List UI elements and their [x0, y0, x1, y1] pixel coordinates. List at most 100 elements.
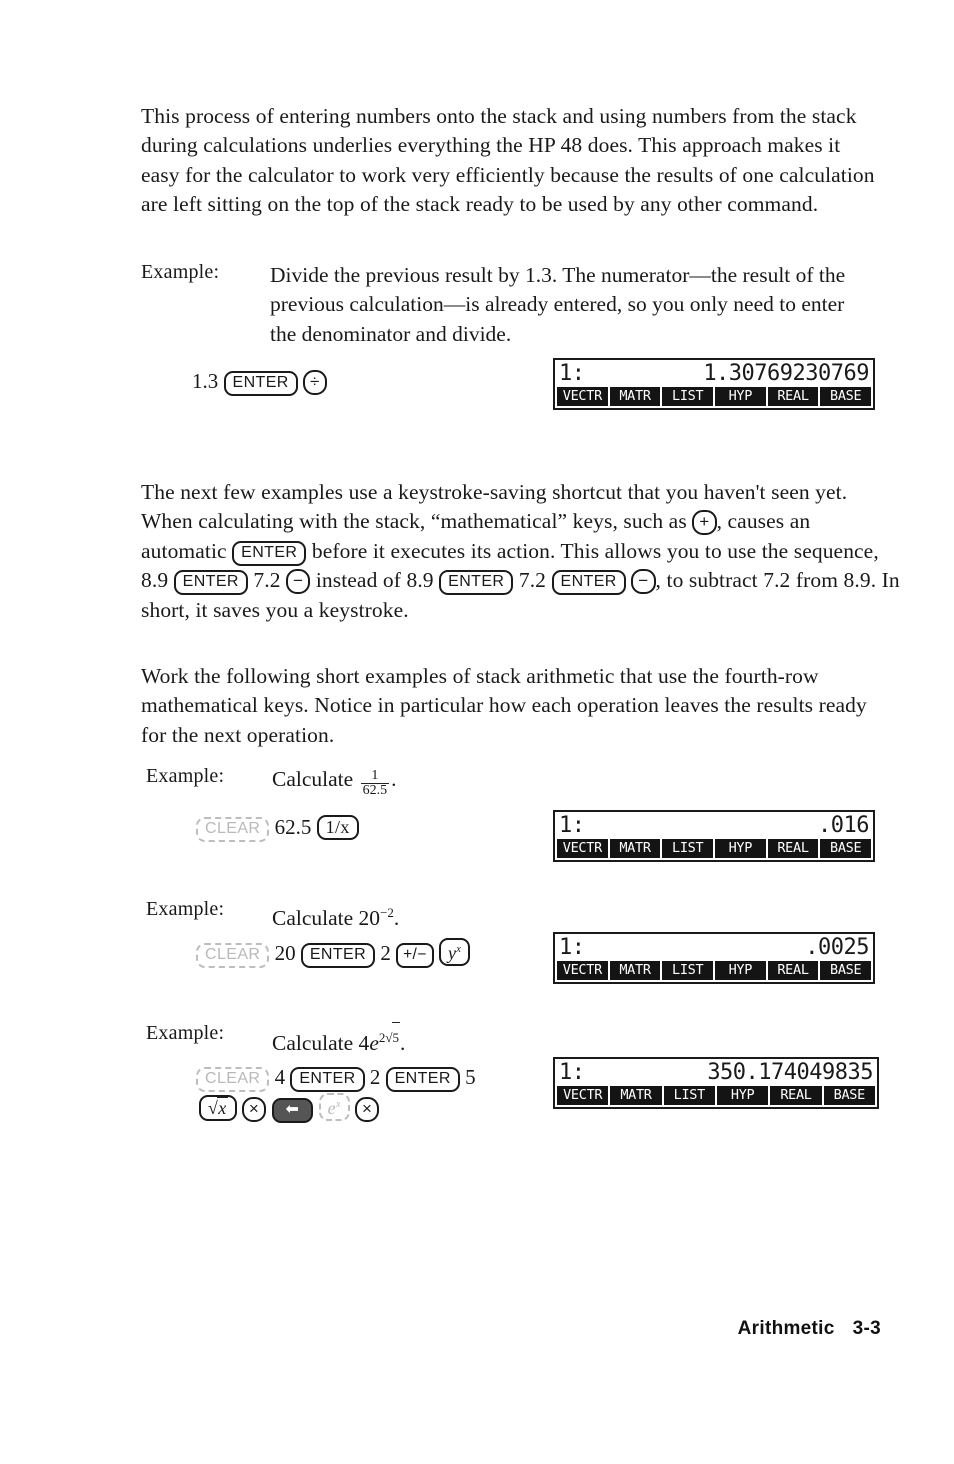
key-minus-inline-2[interactable]: −: [631, 569, 656, 595]
stack-level-label: 1:: [559, 361, 585, 386]
stack-value: .016: [818, 813, 869, 838]
calculator-display-1: 1: 1.30769230769 VECTR MATR LIST HYP REA…: [553, 358, 875, 410]
calculate-expression: Calculate 4: [272, 1031, 370, 1056]
calculator-display-4: 1: 350.174049835 VECTR MATR LIST HYP REA…: [553, 1057, 879, 1109]
keystroke-value: 1.3: [192, 369, 219, 393]
key-enter-inline-3[interactable]: ENTER: [439, 570, 514, 596]
key-enter-inline-4[interactable]: ENTER: [551, 570, 626, 596]
softkey-matr[interactable]: MATR: [609, 839, 661, 858]
fraction-one-over-62-5: 1 62.5: [360, 768, 390, 798]
softkey-real[interactable]: REAL: [770, 1086, 822, 1105]
key-enter-inline-1[interactable]: ENTER: [232, 540, 307, 566]
example-2-text: Calculate 1 62.5 .: [272, 765, 396, 798]
softkey-base[interactable]: BASE: [820, 387, 872, 406]
paragraph-intro: This process of entering numbers onto th…: [141, 104, 875, 217]
example-4-label: Example:: [146, 1022, 225, 1044]
stack-line: 1: 350.174049835: [555, 1059, 877, 1086]
stack-line: 1: 1.30769230769: [555, 360, 873, 387]
text-run-f: 7.2: [513, 568, 552, 593]
document-page: This process of entering numbers onto th…: [0, 0, 954, 1464]
softkey-real[interactable]: REAL: [767, 839, 819, 858]
key-multiply-1[interactable]: ×: [241, 1097, 267, 1122]
softkey-matr[interactable]: MATR: [609, 387, 661, 406]
softkey-menu: VECTR MATR LIST HYP REAL BASE: [555, 961, 873, 982]
text-run-d: 7.2: [247, 568, 287, 593]
key-multiply-2[interactable]: ×: [355, 1097, 380, 1122]
softkey-list[interactable]: LIST: [662, 961, 714, 980]
key-exp[interactable]: ex: [318, 1093, 350, 1121]
keystroke-value: 20: [274, 941, 296, 965]
footer-page-number: 3-3: [852, 1318, 881, 1339]
softkey-menu: VECTR MATR LIST HYP REAL BASE: [555, 387, 873, 408]
example-1-text: Divide the previous result by 1.3. The n…: [270, 263, 846, 346]
softkey-base[interactable]: BASE: [823, 1086, 875, 1105]
softkey-hyp[interactable]: HYP: [715, 387, 766, 406]
softkey-hyp[interactable]: HYP: [715, 839, 766, 858]
calculator-display-3: 1: .0025 VECTR MATR LIST HYP REAL BASE: [553, 932, 875, 984]
softkey-menu: VECTR MATR LIST HYP REAL BASE: [555, 1086, 877, 1107]
key-power[interactable]: yx: [438, 938, 471, 966]
fraction-numerator: 1: [371, 768, 379, 783]
stack-line: 1: .016: [555, 812, 873, 839]
softkey-real[interactable]: REAL: [767, 387, 819, 406]
softkey-list[interactable]: LIST: [662, 387, 714, 406]
softkey-real[interactable]: REAL: [767, 961, 819, 980]
key-enter[interactable]: ENTER: [300, 943, 376, 968]
softkey-hyp[interactable]: HYP: [715, 961, 766, 980]
key-clear[interactable]: CLEAR: [196, 943, 270, 968]
softkey-matr[interactable]: MATR: [609, 961, 661, 980]
paragraph-shortcut: The next few examples use a keystroke-sa…: [141, 478, 901, 625]
key-enter-1[interactable]: ENTER: [290, 1067, 365, 1092]
key-clear[interactable]: CLEAR: [196, 1067, 270, 1092]
example-2-label: Example:: [146, 765, 225, 787]
example-3-label: Example:: [146, 898, 225, 920]
softkey-vectr[interactable]: VECTR: [557, 839, 608, 858]
period: .: [393, 906, 400, 931]
example-1-keystrokes: 1.3 ENTER ÷: [192, 366, 327, 396]
softkey-base[interactable]: BASE: [820, 961, 872, 980]
stack-value: 1.30769230769: [703, 361, 869, 386]
calculator-display-2: 1: .016 VECTR MATR LIST HYP REAL BASE: [553, 810, 875, 862]
key-enter-inline-2[interactable]: ENTER: [173, 570, 248, 596]
example-3-text: Calculate 20−2.: [272, 898, 399, 934]
keystroke-value-3: 5: [465, 1065, 476, 1089]
base-e: e: [369, 1031, 379, 1056]
left-arrow-icon: ⬅: [285, 1101, 300, 1118]
softkey-base[interactable]: BASE: [820, 839, 872, 858]
exponent: −2: [380, 905, 394, 920]
example-3-keystrokes: CLEAR 20 ENTER 2 +/− yx: [196, 938, 471, 968]
softkey-vectr[interactable]: VECTR: [557, 961, 608, 980]
key-clear[interactable]: CLEAR: [196, 817, 270, 842]
example-4-keystrokes-row1: CLEAR 4 ENTER 2 ENTER 5: [196, 1062, 476, 1092]
keystroke-value-2: 2: [380, 941, 391, 965]
left-shift-key[interactable]: ⬅: [271, 1098, 314, 1123]
softkey-hyp[interactable]: HYP: [716, 1086, 769, 1105]
key-inverse[interactable]: 1/x: [316, 815, 359, 840]
softkey-menu: VECTR MATR LIST HYP REAL BASE: [555, 839, 873, 860]
key-divide[interactable]: ÷: [302, 370, 327, 395]
period: .: [400, 1031, 406, 1056]
softkey-list[interactable]: LIST: [662, 839, 714, 858]
key-plus-minus[interactable]: +/−: [396, 943, 434, 968]
key-sqrt-var: x: [217, 1097, 228, 1118]
key-minus-inline-1[interactable]: −: [286, 569, 311, 595]
keystroke-value-1: 4: [274, 1065, 286, 1089]
softkey-vectr[interactable]: VECTR: [557, 1086, 609, 1105]
softkey-list[interactable]: LIST: [663, 1086, 715, 1105]
stack-level-label: 1:: [559, 935, 585, 960]
stack-level-label: 1:: [559, 1060, 585, 1085]
key-enter-2[interactable]: ENTER: [385, 1067, 460, 1092]
stack-level-label: 1:: [559, 813, 585, 838]
softkey-vectr[interactable]: VECTR: [557, 387, 608, 406]
text-run-e: instead of 8.9: [310, 568, 440, 593]
page-footer: Arithmetic 3-3: [738, 1318, 881, 1340]
fraction-denominator: 62.5: [360, 783, 390, 798]
key-sqrt[interactable]: √x: [199, 1095, 237, 1121]
key-enter[interactable]: ENTER: [223, 371, 298, 396]
keystroke-value-2: 2: [369, 1065, 381, 1089]
example-1-label: Example:: [141, 261, 220, 283]
radicand: 5: [391, 1022, 400, 1052]
softkey-matr[interactable]: MATR: [610, 1086, 662, 1105]
key-plus[interactable]: +: [692, 510, 717, 536]
calculate-word: Calculate: [272, 767, 354, 791]
